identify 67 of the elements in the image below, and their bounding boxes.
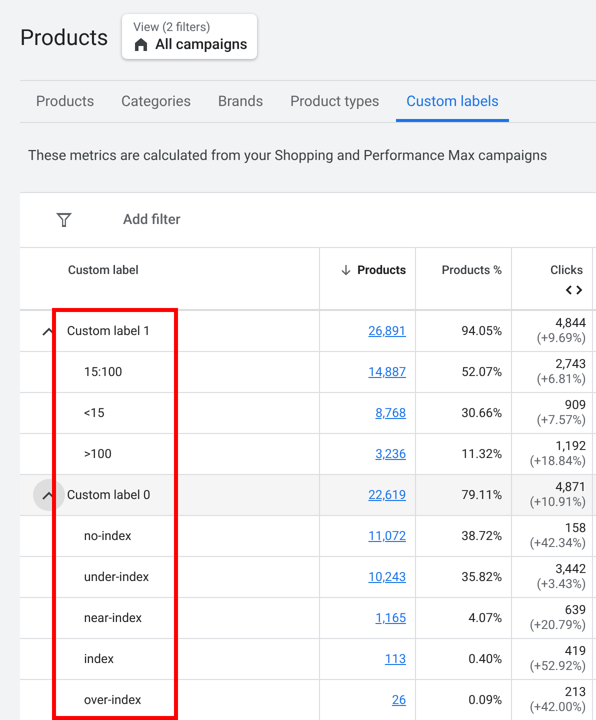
clicks-change: (+3.43%): [536, 577, 586, 592]
clicks-value: 419: [564, 644, 586, 659]
percent-value: 11.32%: [461, 446, 502, 462]
products-link[interactable]: 14,887: [368, 364, 406, 380]
products-link[interactable]: 10,243: [368, 570, 406, 584]
description-text: These metrics are calculated from your Shopping and Performance Max campaigns: [27, 147, 548, 166]
percent-value: 79.11%: [461, 488, 502, 502]
add-filter-button[interactable]: Add filter: [123, 212, 180, 228]
column-header[interactable]: Custom label: [68, 263, 139, 277]
group-label: Custom label 1: [67, 324, 150, 338]
products-link[interactable]: 26,891: [368, 324, 406, 338]
percent-value: 4.07%: [468, 610, 502, 626]
clicks-value: 909: [564, 398, 586, 413]
products-link[interactable]: 1,165: [375, 610, 406, 626]
clicks-change: (+52.92%): [530, 659, 586, 674]
column-header[interactable]: Products %: [442, 263, 502, 277]
column-header[interactable]: Clicks: [550, 263, 583, 277]
clicks-value: 213: [564, 685, 586, 700]
clicks-change: (+7.57%): [536, 413, 586, 428]
column-header[interactable]: Products: [340, 263, 406, 277]
percent-value: 94.05%: [461, 324, 502, 338]
clicks-value: 158: [564, 521, 586, 536]
label-value: no-index: [84, 528, 132, 544]
products-link[interactable]: 26: [392, 692, 406, 708]
expand-column-icon[interactable]: [565, 284, 583, 296]
clicks-value: 3,442: [555, 562, 586, 577]
percent-value: 38.72%: [461, 528, 502, 544]
clicks-change: (+42.34%): [530, 536, 586, 551]
label-value: >100: [84, 446, 112, 462]
clicks-value: 2,743: [555, 357, 586, 372]
label-value: near-index: [84, 610, 142, 626]
percent-value: 52.07%: [461, 364, 502, 380]
clicks-change: (+6.81%): [536, 372, 586, 387]
clicks-change: (+20.79%): [530, 618, 586, 633]
percent-value: 30.66%: [461, 406, 502, 420]
filter-icon[interactable]: [55, 211, 73, 229]
label-value: <15: [84, 406, 104, 420]
tab[interactable]: Custom labels: [396, 81, 509, 122]
products-link[interactable]: 11,072: [368, 528, 406, 544]
clicks-change: (+18.84%): [530, 454, 586, 469]
percent-value: 35.82%: [461, 570, 502, 584]
clicks-value: 4,871: [555, 480, 586, 495]
page-title: Products: [20, 26, 108, 50]
view-selector[interactable]: View (2 filters) All campaigns: [122, 14, 258, 58]
clicks-change: (+42.00%): [530, 700, 586, 715]
tab[interactable]: Product types: [280, 81, 390, 122]
clicks-change: (+10.91%): [530, 495, 586, 510]
products-link[interactable]: 8,768: [375, 406, 406, 420]
tab[interactable]: Brands: [208, 81, 274, 122]
label-value: index: [84, 652, 114, 666]
products-link[interactable]: 3,236: [375, 446, 406, 462]
sort-down-arrow-icon: [340, 264, 352, 276]
clicks-change: (+9.69%): [536, 331, 586, 346]
group-label: Custom label 0: [67, 488, 150, 502]
clicks-value: 1,192: [555, 439, 586, 454]
label-value: 15:100: [84, 364, 122, 380]
building-icon: [133, 36, 150, 52]
tab[interactable]: Categories: [111, 81, 201, 122]
tab[interactable]: Products: [26, 81, 104, 122]
products-link[interactable]: 113: [384, 652, 406, 666]
percent-value: 0.09%: [468, 692, 502, 708]
percent-value: 0.40%: [468, 652, 502, 666]
label-value: over-index: [84, 692, 142, 708]
products-link[interactable]: 22,619: [368, 488, 406, 502]
clicks-value: 639: [564, 603, 586, 618]
label-value: under-index: [84, 570, 149, 584]
clicks-value: 4,844: [555, 316, 586, 331]
